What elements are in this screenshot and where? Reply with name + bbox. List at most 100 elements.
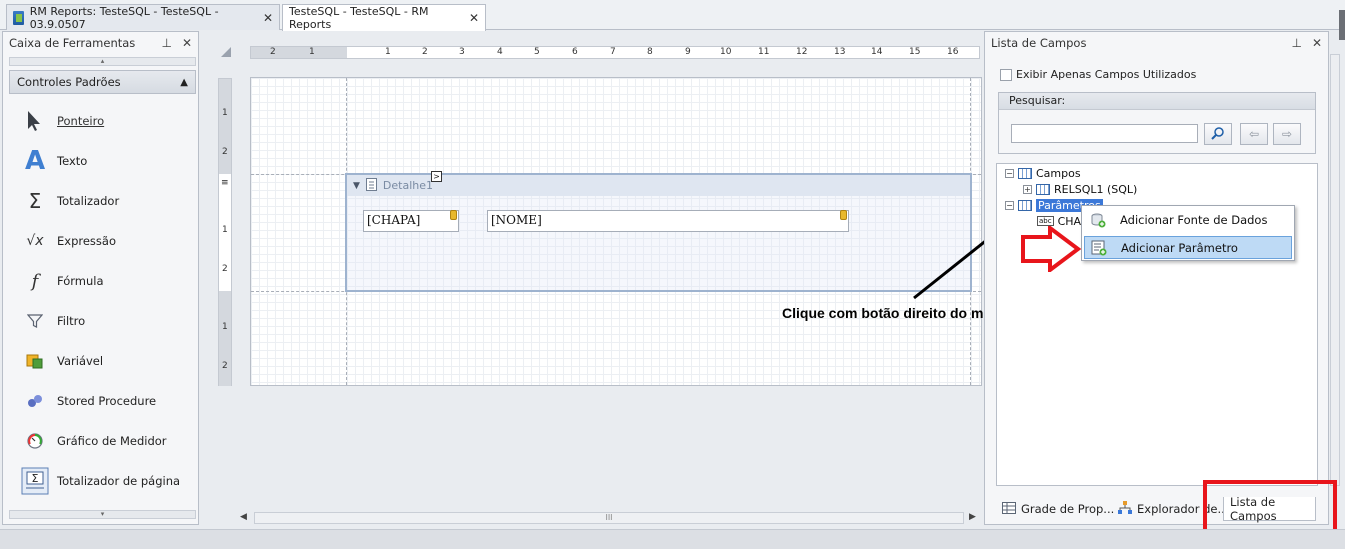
tool-item-stored-procedure[interactable]: Stored Procedure (17, 382, 197, 420)
close-icon[interactable]: ✕ (469, 11, 479, 25)
tab-label: TesteSQL - TesteSQL - RM Reports (289, 5, 429, 31)
checkbox-label: Exibir Apenas Campos Utilizados (1016, 68, 1197, 81)
tool-label: Totalizador (57, 194, 120, 208)
smart-tag-button[interactable]: > (431, 171, 442, 182)
tab-label: RM Reports: TesteSQL - TesteSQL - 03.9.0… (29, 4, 219, 31)
text-icon: A (24, 146, 46, 176)
collapse-icon[interactable]: − (1005, 168, 1014, 178)
arrow-right-icon: ⇨ (1281, 127, 1293, 141)
pin-icon[interactable]: ⊥ (1291, 36, 1301, 50)
ruler-label: 14 (871, 47, 883, 57)
tree-node-relsql[interactable]: + RELSQL1 (SQL) (1023, 181, 1137, 197)
tree-node-campos[interactable]: − Campos (1005, 165, 1081, 181)
scrollbar-thumb[interactable]: III (254, 512, 964, 524)
ruler-label: 16 (947, 47, 959, 57)
tool-label: Gráfico de Medidor (57, 434, 167, 448)
explorer-tree-icon (1118, 500, 1132, 518)
rm-reports-app-icon (13, 10, 24, 25)
designer-horizontal-scrollbar[interactable]: ◀ III ▶ (238, 512, 980, 526)
close-icon[interactable]: ✕ (263, 11, 273, 25)
ruler-h-ticks: 2 1 1 2 3 4 5 6 7 8 9 10 11 12 13 14 15 … (251, 47, 979, 58)
tool-item-texto[interactable]: A Texto (17, 142, 197, 180)
tool-item-ponteiro[interactable]: Ponteiro (17, 102, 197, 140)
search-previous-button[interactable]: ⇦ (1240, 123, 1268, 145)
sqrt-icon: √x (26, 233, 44, 249)
toolbox-title: Caixa de Ferramentas (9, 36, 136, 50)
tool-item-variavel[interactable]: Variável (17, 342, 197, 380)
stored-procedure-icon (17, 393, 53, 409)
page-total-icon: Σ (17, 467, 53, 495)
field-chapa[interactable]: [CHAPA] (363, 210, 459, 232)
field-nome[interactable]: [NOME] (487, 210, 849, 232)
database-field-icon (450, 210, 457, 220)
filter-icon (17, 313, 53, 329)
add-datasource-icon (1090, 212, 1106, 228)
ruler-label: 7 (610, 47, 616, 57)
ruler-label: 6 (572, 47, 578, 57)
toolbox-group-label: Controles Padrões (17, 75, 121, 89)
scroll-right-arrow-icon[interactable]: ▶ (969, 512, 976, 522)
parameter-abc-icon: abc (1037, 216, 1054, 226)
tool-item-totalizador-pagina[interactable]: Σ Totalizador de página (17, 462, 197, 500)
variable-icon (17, 352, 53, 370)
database-field-icon (840, 210, 847, 220)
close-icon[interactable]: ✕ (182, 36, 192, 50)
tool-item-formula[interactable]: f Fórmula (17, 262, 197, 300)
band-icon (365, 177, 377, 194)
toolbox-group-header[interactable]: Controles Padrões ▲ (9, 70, 196, 94)
search-group-label: Pesquisar: (999, 93, 1315, 110)
toolbox-scroll-down[interactable]: ▾ (9, 510, 196, 519)
horizontal-ruler: 2 1 1 2 3 4 5 6 7 8 9 10 11 12 13 14 15 … (250, 46, 980, 59)
collapse-icon[interactable]: − (1005, 200, 1014, 210)
tool-label: Totalizador de página (57, 474, 181, 488)
sigma-icon: Σ (28, 189, 42, 213)
band-splitter-icon[interactable]: ≡ (221, 178, 229, 188)
collapse-triangle-icon[interactable]: ▼ (353, 181, 360, 191)
ruler-label: 1 (385, 47, 391, 57)
search-button[interactable] (1204, 123, 1232, 145)
document-tab-strip: RM Reports: TesteSQL - TesteSQL - 03.9.0… (0, 0, 1345, 40)
tab-grade-propriedades[interactable]: Grade de Prop... (996, 497, 1120, 521)
field-chapa-text: [CHAPA] (367, 213, 421, 227)
tool-label: Stored Procedure (57, 394, 157, 408)
search-input[interactable] (1011, 124, 1198, 143)
ruler-label: 5 (534, 47, 540, 57)
search-next-button[interactable]: ⇨ (1273, 123, 1301, 145)
band-label: Detalhe1 (382, 179, 434, 192)
tree-node-label: Campos (1036, 166, 1081, 180)
toolbox-header: Caixa de Ferramentas ⊥ ✕ (3, 32, 198, 54)
ruler-label: 1 (222, 108, 228, 118)
menu-item-adicionar-fonte-dados[interactable]: Adicionar Fonte de Dados (1084, 208, 1292, 231)
toolbox-scroll-up[interactable]: ▴ (9, 57, 196, 66)
ruler-label: 2 (222, 361, 228, 371)
pointer-icon (17, 110, 53, 132)
tree-node-label: RELSQL1 (SQL) (1054, 182, 1138, 196)
tool-label: Texto (57, 154, 88, 168)
red-outline-arrow (1021, 226, 1082, 272)
field-list-scrollbar[interactable] (1330, 54, 1340, 486)
arrow-left-icon: ⇦ (1248, 127, 1260, 141)
ruler-label: 8 (647, 47, 653, 57)
close-icon[interactable]: ✕ (1312, 36, 1322, 50)
ruler-label: 11 (758, 47, 770, 57)
scroll-left-arrow-icon[interactable]: ◀ (240, 512, 247, 522)
expand-icon[interactable]: + (1023, 184, 1032, 194)
field-nome-text: [NOME] (491, 213, 542, 227)
detail-band[interactable]: ▼ Detalhe1 [CHAPA] [NOME] (345, 173, 972, 292)
tool-item-totalizador[interactable]: Σ Totalizador (17, 182, 197, 220)
ruler-label: 10 (720, 47, 732, 57)
pin-icon[interactable]: ⊥ (161, 36, 171, 50)
tool-item-expressao[interactable]: √x Expressão (17, 222, 197, 260)
show-used-fields-checkbox[interactable]: Exibir Apenas Campos Utilizados (1000, 68, 1196, 81)
tool-item-grafico-medidor[interactable]: Gráfico de Medidor (17, 422, 197, 460)
ruler-label: 15 (909, 47, 921, 57)
tool-item-filtro[interactable]: Filtro (17, 302, 197, 340)
tool-label: Expressão (57, 234, 116, 248)
ruler-v-bottom-section (219, 291, 231, 386)
ruler-corner[interactable] (221, 47, 231, 57)
ruler-v-top-section (219, 79, 231, 174)
tab-testesql-designer[interactable]: TesteSQL - TesteSQL - RM Reports ✕ (282, 4, 486, 31)
menu-item-adicionar-parametro[interactable]: Adicionar Parâmetro (1084, 236, 1292, 259)
checkbox-box[interactable] (1000, 68, 1012, 81)
tab-rm-reports-document[interactable]: RM Reports: TesteSQL - TesteSQL - 03.9.0… (6, 4, 280, 31)
